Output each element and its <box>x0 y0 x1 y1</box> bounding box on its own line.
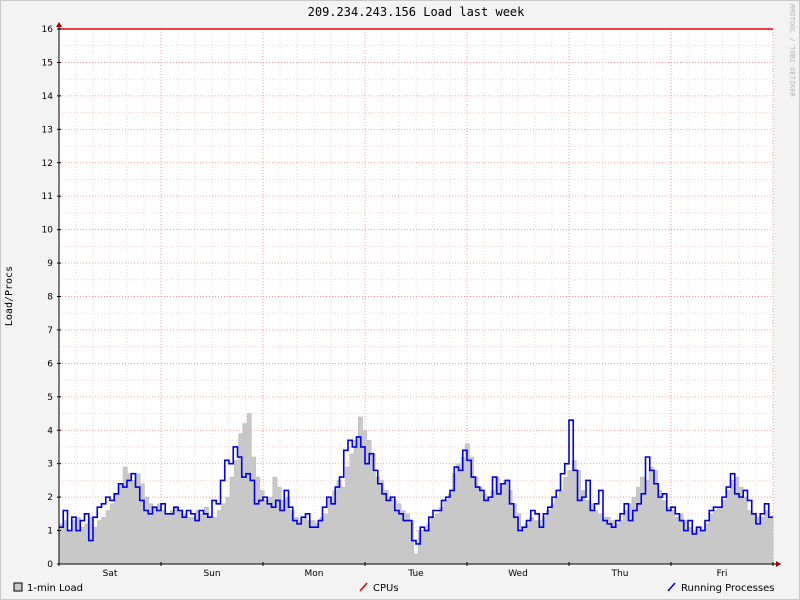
x-tick-label: Mon <box>305 569 324 579</box>
y-tick-label: 11 <box>42 192 53 202</box>
x-tick-label: Sun <box>203 569 220 579</box>
legend-swatch-line <box>359 582 368 592</box>
legend-swatch-box <box>13 582 23 592</box>
y-tick-label: 0 <box>47 560 53 570</box>
x-tick-label: Sat <box>103 569 118 579</box>
y-tick-label: 1 <box>47 527 53 537</box>
chart-title: 209.234.243.156 Load last week <box>308 5 526 19</box>
y-tick-label: 4 <box>47 426 53 436</box>
load-chart: 209.234.243.156 Load last week Load/Proc… <box>4 4 796 594</box>
y-axis-label: Load/Procs <box>4 266 15 326</box>
x-tick-label: Fri <box>717 569 728 579</box>
y-tick-label: 6 <box>47 359 53 369</box>
x-tick-label: Thu <box>611 569 629 579</box>
y-tick-label: 13 <box>42 125 53 135</box>
x-tick-label: Tue <box>407 569 424 579</box>
legend-label: CPUs <box>373 583 399 594</box>
y-tick-label: 15 <box>42 58 53 68</box>
legend-label: Running Processes <box>681 583 774 594</box>
x-tick-label: Wed <box>508 569 528 579</box>
y-tick-label: 5 <box>47 393 53 403</box>
y-tick-label: 12 <box>42 159 53 169</box>
y-tick-label: 3 <box>47 460 53 470</box>
x-axis-arrow <box>776 561 781 567</box>
watermark: RRDTOOL / TOBI OETIKER <box>788 4 796 98</box>
y-tick-label: 7 <box>47 326 53 336</box>
y-tick-label: 9 <box>47 259 53 269</box>
y-tick-label: 10 <box>42 226 54 236</box>
legend-swatch-line <box>667 582 676 592</box>
y-tick-label: 16 <box>42 25 54 35</box>
legend-label: 1-min Load <box>27 583 83 594</box>
y-tick-label: 14 <box>42 92 54 102</box>
y-axis-arrow <box>56 22 62 27</box>
y-tick-label: 2 <box>47 493 53 503</box>
y-tick-label: 8 <box>47 293 53 303</box>
plot-area: 012345678910111213141516Sat Sun Mon Tue Wed T… <box>42 22 781 579</box>
legend: 1-min Load CPUs Running Processes <box>13 582 774 594</box>
